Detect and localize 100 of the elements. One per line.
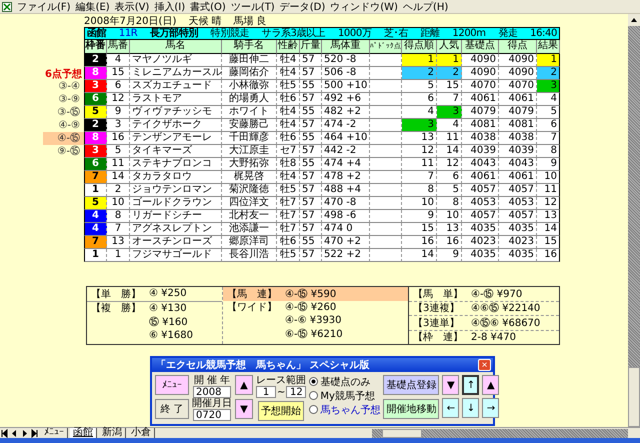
last-sheet-icon[interactable] bbox=[30, 428, 39, 438]
table-cell: ヴィヴァチッシモ bbox=[130, 106, 222, 119]
frame-number-cell: 8 bbox=[84, 132, 107, 145]
payout-row-text: ④-⑥ ¥3930 bbox=[284, 314, 343, 328]
arrow-button[interactable]: ↑ bbox=[462, 375, 480, 395]
table-cell: 8 bbox=[537, 145, 560, 158]
menu-button[interactable]: ﾒﾆｭｰ bbox=[155, 375, 189, 395]
table-cell: 4079 bbox=[499, 106, 537, 119]
table-cell: 4090 bbox=[499, 67, 537, 80]
table-cell: 牡6 bbox=[277, 93, 300, 106]
close-button[interactable]: × bbox=[478, 359, 491, 371]
table-cell: ホワイト bbox=[222, 106, 277, 119]
start-time: 16:40 bbox=[529, 28, 558, 40]
range-from-field[interactable]: 1 bbox=[256, 386, 276, 398]
table-cell: 9 bbox=[107, 106, 130, 119]
table-cell: 55 bbox=[300, 132, 322, 145]
table-cell: 4090 bbox=[462, 67, 499, 80]
table-cell: 10 bbox=[107, 197, 130, 210]
frame-number-cell: 2 bbox=[84, 54, 107, 67]
course-text: 芝･右 bbox=[383, 28, 409, 40]
range-to-field[interactable]: 12 bbox=[286, 386, 306, 398]
radio-label[interactable]: My競馬予想 bbox=[320, 388, 375, 402]
menu-item[interactable]: 編集(E) bbox=[76, 0, 110, 14]
dialog-title: 「エクセル競馬予想 馬ちゃん」 スペシャル版 bbox=[156, 358, 370, 372]
radio-label[interactable]: 馬ちゃん予想 bbox=[320, 402, 380, 416]
column-header: 馬番 bbox=[107, 40, 130, 54]
payout-row: 【3連複】 ④⑥⑮ ¥22140 bbox=[409, 300, 559, 315]
arrow-button[interactable]: ← bbox=[442, 398, 460, 418]
table-cell: 3 bbox=[437, 106, 462, 119]
horizontal-scrollbar[interactable] bbox=[372, 428, 628, 438]
scrollbar-thumb[interactable] bbox=[628, 367, 640, 427]
menu-item[interactable]: データ(D) bbox=[280, 0, 326, 14]
year-field[interactable]: 2008 bbox=[193, 386, 231, 398]
frame-number-cell: 5 bbox=[84, 106, 107, 119]
menu-item[interactable]: 表示(V) bbox=[114, 0, 150, 14]
radio-button[interactable] bbox=[309, 377, 318, 386]
table-cell: 4053 bbox=[462, 197, 499, 210]
date-field[interactable]: 0720 bbox=[193, 409, 231, 421]
table-cell: 郷原洋司 bbox=[222, 236, 277, 249]
radio-button[interactable] bbox=[309, 405, 318, 414]
arrow-button[interactable]: → bbox=[482, 398, 500, 418]
down-button[interactable]: ▼ bbox=[235, 399, 253, 419]
up-button[interactable]: ▲ bbox=[235, 375, 253, 395]
table-cell: 藤田伸二 bbox=[222, 54, 277, 67]
table-cell: 11 bbox=[402, 158, 437, 171]
table-cell: 4 bbox=[437, 119, 462, 132]
table-cell: 15 bbox=[402, 223, 437, 236]
start-prediction-button[interactable]: 予想開始 bbox=[258, 401, 304, 421]
table-cell: 57 bbox=[300, 54, 322, 67]
first-sheet-icon[interactable] bbox=[0, 428, 9, 438]
menu-item[interactable]: ウィンドウ(W) bbox=[330, 0, 398, 14]
menu-item[interactable]: 挿入(I) bbox=[154, 0, 186, 14]
table-cell: 小林徹弥 bbox=[222, 80, 277, 93]
column-header: 人気 bbox=[437, 40, 462, 54]
payout-row: 【3連単】 ④⑮⑥ ¥68670 bbox=[409, 315, 559, 330]
table-cell bbox=[370, 93, 402, 106]
table-cell: 55 bbox=[300, 158, 322, 171]
arrow-button[interactable]: ▼ bbox=[442, 375, 460, 395]
menu-item[interactable]: ヘルプ(H) bbox=[402, 0, 448, 14]
table-cell: 6 bbox=[437, 171, 462, 184]
move-venue-button[interactable]: 開催地移動 bbox=[383, 399, 440, 419]
table-cell bbox=[370, 236, 402, 249]
radio-label[interactable]: 基礎点のみ bbox=[320, 374, 370, 388]
table-cell: 4061 bbox=[499, 93, 537, 106]
table-cell: 3 bbox=[537, 80, 560, 93]
table-cell: 牡5 bbox=[277, 80, 300, 93]
column-header: 得点順 bbox=[402, 40, 437, 54]
table-cell: 16 bbox=[437, 236, 462, 249]
table-cell: 的場勇人 bbox=[222, 93, 277, 106]
table-cell: 14 bbox=[437, 145, 462, 158]
table-cell: 牡5 bbox=[277, 184, 300, 197]
table-cell: 牡8 bbox=[277, 158, 300, 171]
menu-item[interactable]: 書式(O) bbox=[190, 0, 226, 14]
register-button[interactable]: 基礎点登録 bbox=[383, 375, 440, 395]
scrollbar-thumb[interactable] bbox=[382, 428, 422, 438]
table-cell: 14 bbox=[107, 171, 130, 184]
sheet-tab[interactable]: 函館 bbox=[70, 428, 97, 438]
table-cell: 4035 bbox=[499, 223, 537, 236]
menu-item[interactable]: ファイル(F) bbox=[17, 0, 71, 14]
table-cell: 3 bbox=[402, 119, 437, 132]
table-cell: 4 bbox=[537, 93, 560, 106]
table-cell: 8 bbox=[437, 197, 462, 210]
table-cell: 478 +2 bbox=[322, 171, 370, 184]
race-type: 特別競走 bbox=[210, 28, 250, 40]
spreadsheet-icon[interactable] bbox=[2, 2, 12, 12]
arrow-button[interactable]: ▲ bbox=[482, 375, 500, 395]
table-cell bbox=[370, 80, 402, 93]
payout-row: 【枠 連】 2-8 ¥470 bbox=[409, 330, 559, 344]
arrow-button[interactable]: ↓ bbox=[462, 398, 480, 418]
radio-button[interactable] bbox=[309, 391, 318, 400]
table-cell: 1 bbox=[537, 54, 560, 67]
table-cell: 10 bbox=[437, 210, 462, 223]
frame-number-cell: 7 bbox=[84, 236, 107, 249]
menu-item[interactable]: ツール(T) bbox=[230, 0, 275, 14]
table-cell: 488 +4 bbox=[322, 184, 370, 197]
exit-button[interactable]: 終 了 bbox=[155, 399, 189, 419]
table-cell: 470 -8 bbox=[322, 197, 370, 210]
table-cell: 6 bbox=[537, 119, 560, 132]
table-cell: ラストモア bbox=[130, 93, 222, 106]
table-cell: 4061 bbox=[499, 171, 537, 184]
